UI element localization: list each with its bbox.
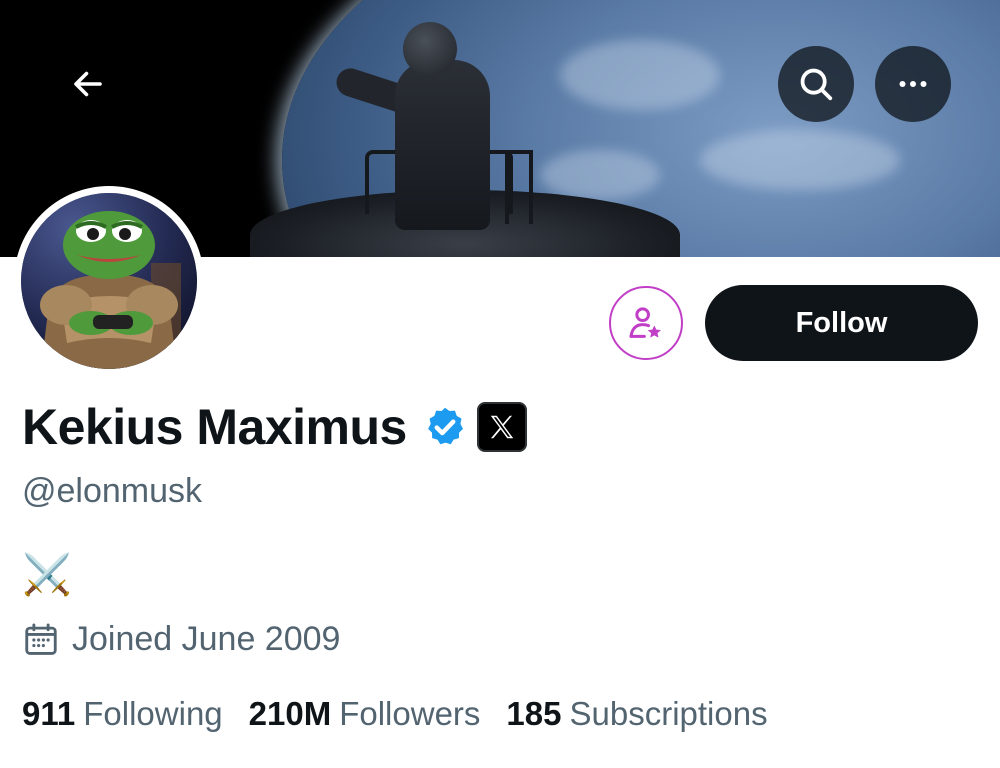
verified-badge-icon[interactable] — [423, 405, 467, 449]
calendar-icon — [25, 623, 57, 655]
railing — [505, 150, 533, 224]
back-arrow-icon — [74, 71, 102, 97]
subscribe-button[interactable] — [609, 286, 683, 360]
avatar-image — [21, 193, 197, 369]
back-button[interactable] — [50, 46, 126, 122]
joined-date: Joined June 2009 — [72, 620, 341, 658]
search-button[interactable] — [778, 46, 854, 122]
person-star-icon — [629, 307, 661, 338]
name-row: Kekius Maximus — [22, 398, 527, 456]
followers-stat[interactable]: 210M Followers — [249, 695, 481, 733]
frog-warrior-illustration — [21, 193, 197, 369]
display-name: Kekius Maximus — [22, 399, 407, 455]
subscriptions-stat[interactable]: 185 Subscriptions — [506, 695, 767, 733]
followers-label: Followers — [339, 695, 481, 732]
following-count: 911 — [22, 695, 76, 732]
astronaut-helmet — [403, 22, 457, 76]
profile-bio: ⚔️ — [22, 553, 72, 597]
more-horizontal-icon — [899, 81, 927, 87]
cloud — [560, 40, 720, 110]
following-label: Following — [83, 695, 223, 732]
astronaut-silhouette — [395, 60, 490, 230]
subscriptions-label: Subscriptions — [569, 695, 768, 732]
profile-stats: 911 Following 210M Followers 185 Subscri… — [22, 695, 794, 733]
cloud — [540, 150, 660, 200]
profile-avatar[interactable] — [14, 186, 204, 376]
more-button[interactable] — [875, 46, 951, 122]
joined-row: Joined June 2009 — [22, 620, 340, 659]
search-icon — [800, 68, 833, 101]
x-logo-icon[interactable] — [476, 402, 527, 452]
cloud — [700, 130, 900, 190]
followers-count: 210M — [248, 695, 332, 732]
profile-handle: @elonmusk — [22, 472, 203, 510]
following-stat[interactable]: 911 Following — [22, 695, 223, 733]
subscriptions-count: 185 — [506, 695, 562, 732]
follow-button[interactable]: Follow — [705, 285, 978, 361]
